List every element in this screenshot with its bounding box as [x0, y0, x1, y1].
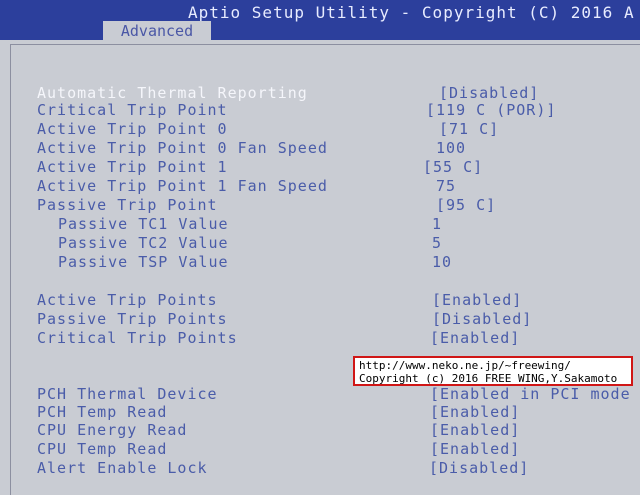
setting-label: Automatic Thermal Reporting: [37, 84, 308, 102]
setting-label: Alert Enable Lock: [37, 459, 208, 477]
setting-value[interactable]: [Enabled]: [432, 291, 522, 309]
setting-label: PCH Temp Read: [37, 403, 168, 421]
setting-value[interactable]: [Enabled]: [430, 421, 520, 439]
setting-value[interactable]: 1: [432, 215, 442, 233]
setting-row[interactable]: Critical Trip Points [Enabled]: [0, 329, 640, 348]
setting-label: Passive TC2 Value: [58, 234, 229, 252]
setting-value[interactable]: [Enabled]: [430, 440, 520, 458]
setting-value[interactable]: [Enabled]: [430, 403, 520, 421]
notice-url: http://www.neko.ne.jp/~freewing/: [359, 359, 571, 372]
setting-label: Critical Trip Points: [37, 329, 238, 347]
setting-row[interactable]: Active Trip Point 0 Fan Speed 100: [0, 139, 640, 158]
setting-label: Passive Trip Points: [37, 310, 228, 328]
setting-row[interactable]: Passive Trip Point [95 C]: [0, 196, 640, 215]
setting-value[interactable]: [Disabled]: [439, 84, 539, 102]
setting-row[interactable]: CPU Energy Read [Enabled]: [0, 421, 640, 440]
setting-value[interactable]: [55 C]: [423, 158, 483, 176]
setting-label: Passive Trip Point: [37, 196, 218, 214]
notice-copyright: Copyright (c) 2016 FREE WING,Y.Sakamoto: [359, 372, 618, 385]
setting-label: Passive TC1 Value: [58, 215, 229, 233]
setting-label: PCH Thermal Device: [37, 385, 218, 403]
setting-row[interactable]: Active Trip Point 1 Fan Speed 75: [0, 177, 640, 196]
setting-label: CPU Temp Read: [37, 440, 168, 458]
setting-label: Active Trip Point 0 Fan Speed: [37, 139, 328, 157]
setting-value[interactable]: [71 C]: [439, 120, 499, 138]
setting-value[interactable]: [Enabled]: [430, 329, 520, 347]
setting-row[interactable]: CPU Temp Read [Enabled]: [0, 440, 640, 459]
setting-value[interactable]: [95 C]: [436, 196, 496, 214]
setting-value[interactable]: 5: [432, 234, 442, 252]
setting-label: Active Trip Point 1: [37, 158, 228, 176]
setting-row[interactable]: Passive TC2 Value 5: [0, 234, 640, 253]
setting-label: Active Trip Point 1 Fan Speed: [37, 177, 328, 195]
app-title: Aptio Setup Utility - Copyright (C) 2016…: [188, 3, 635, 22]
setting-label: Critical Trip Point: [37, 101, 228, 119]
setting-value[interactable]: [Disabled]: [429, 459, 529, 477]
title-bar: Aptio Setup Utility - Copyright (C) 2016…: [0, 0, 640, 42]
setting-value[interactable]: 10: [432, 253, 452, 271]
setting-row[interactable]: Active Trip Point 0 [71 C]: [0, 120, 640, 139]
copyright-notice: http://www.neko.ne.jp/~freewing/ Copyrig…: [353, 356, 633, 386]
setting-row[interactable]: Passive TC1 Value 1: [0, 215, 640, 234]
setting-row[interactable]: PCH Thermal Device [Enabled in PCI mode: [0, 385, 640, 404]
setting-label: Passive TSP Value: [58, 253, 229, 271]
setting-row[interactable]: Critical Trip Point [119 C (POR)]: [0, 101, 640, 120]
setting-value[interactable]: 75: [436, 177, 456, 195]
setting-value[interactable]: [Enabled in PCI mode: [430, 385, 631, 403]
setting-label: Active Trip Points: [37, 291, 218, 309]
setting-value[interactable]: [119 C (POR)]: [426, 101, 556, 119]
setting-row[interactable]: Passive TSP Value 10: [0, 253, 640, 272]
setting-row[interactable]: Active Trip Point 1 [55 C]: [0, 158, 640, 177]
setting-row[interactable]: PCH Temp Read [Enabled]: [0, 403, 640, 422]
setting-row[interactable]: Alert Enable Lock [Disabled]: [0, 459, 640, 478]
setting-label: CPU Energy Read: [37, 421, 188, 439]
setting-row[interactable]: Active Trip Points [Enabled]: [0, 291, 640, 310]
setting-value[interactable]: [Disabled]: [432, 310, 532, 328]
setting-label: Active Trip Point 0: [37, 120, 228, 138]
setting-row[interactable]: Passive Trip Points [Disabled]: [0, 310, 640, 329]
setting-value[interactable]: 100: [436, 139, 466, 157]
tab-advanced[interactable]: Advanced: [103, 21, 211, 42]
